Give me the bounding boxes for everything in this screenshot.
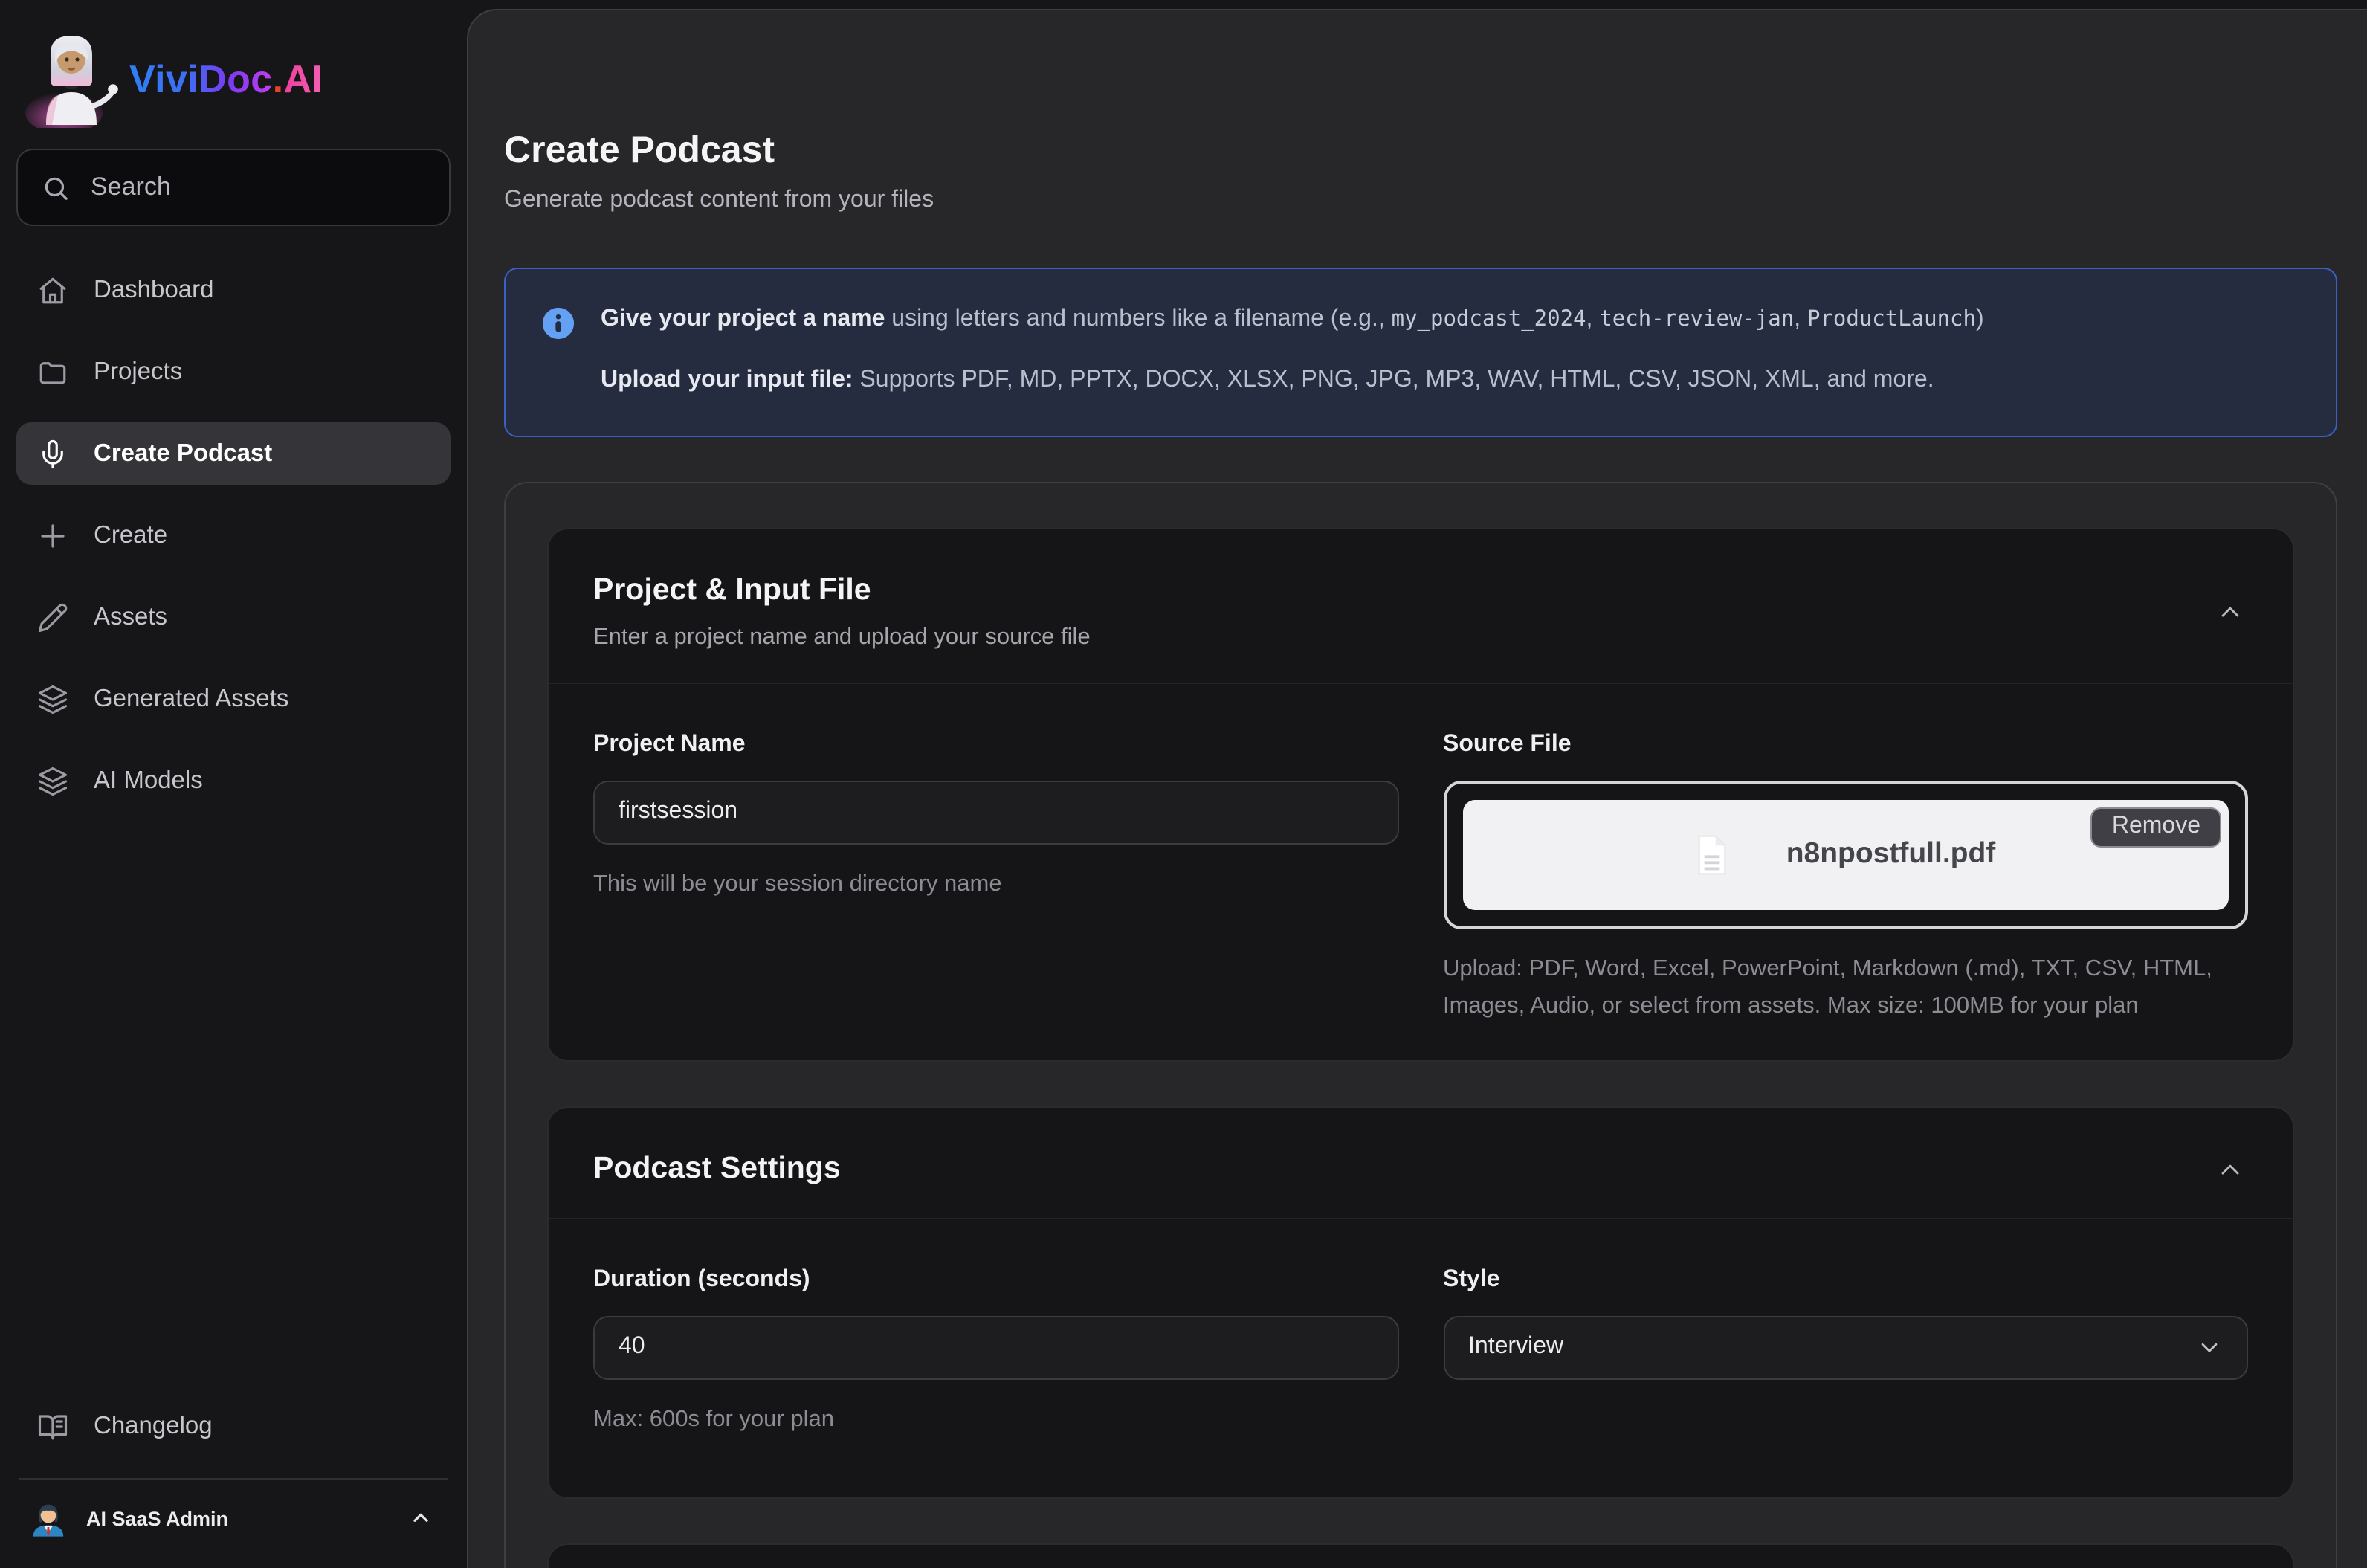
sidebar-bottom: Changelog AI SaaS Admin (16, 1396, 451, 1547)
info-sep: , (1794, 306, 1807, 332)
search-placeholder: Search (91, 172, 171, 202)
info-line1-close: ) (1976, 306, 1984, 332)
chevron-up-icon[interactable] (409, 1506, 433, 1530)
document-icon (1696, 833, 1730, 875)
info-line-1: Give your project a name using letters a… (601, 305, 1984, 336)
sidebar-item-ai-models[interactable]: AI Models (16, 749, 451, 812)
info-code-3: ProductLaunch (1807, 308, 1976, 332)
sidebar-item-generated-assets[interactable]: Generated Assets (16, 668, 451, 730)
sidebar-nav: Dashboard Projects Create Podcast Create (16, 259, 451, 831)
main-area: Create Podcast Generate podcast content … (467, 0, 2367, 1568)
sidebar-item-assets[interactable]: Assets (16, 586, 451, 648)
project-name-input[interactable] (593, 780, 1398, 844)
uploaded-file-chip: n8npostfull.pdf Remove (1462, 799, 2229, 909)
card-header: Project & Input File Enter a project nam… (549, 529, 2293, 683)
collapse-button[interactable] (2212, 594, 2248, 630)
search-input[interactable]: Search (16, 149, 451, 226)
project-name-helper: This will be your session directory name (593, 865, 1398, 902)
duration-field: Duration (seconds) Max: 600s for your pl… (593, 1263, 1398, 1437)
main-panel: Create Podcast Generate podcast content … (467, 9, 2367, 1568)
info-sep: , (1586, 306, 1600, 332)
card-title: Podcast Settings (593, 1149, 2248, 1187)
sidebar-item-label: Generated Assets (94, 685, 288, 713)
layers-icon (37, 683, 68, 714)
card-body: Project Name This will be your session d… (549, 683, 2293, 1059)
source-file-label: Source File (1443, 728, 2248, 759)
pencil-icon (37, 601, 68, 633)
info-text: Give your project a name using letters a… (601, 305, 1984, 396)
card-project-input-file: Project & Input File Enter a project nam… (547, 527, 2294, 1061)
remove-file-button[interactable]: Remove (2091, 807, 2221, 847)
collapse-button[interactable] (2212, 1152, 2248, 1187)
brand-logo[interactable]: ViviDoc.AI (16, 18, 451, 149)
sidebar-item-label: Create (94, 521, 167, 549)
chevron-down-icon (2196, 1334, 2223, 1361)
sidebar-item-create-podcast[interactable]: Create Podcast (16, 422, 451, 485)
project-name-label: Project Name (593, 728, 1398, 759)
card-podcast-settings: Podcast Settings Duration (seconds) Max:… (547, 1106, 2294, 1498)
card-body: Duration (seconds) Max: 600s for your pl… (549, 1219, 2293, 1497)
sidebar-item-changelog[interactable]: Changelog (16, 1396, 451, 1458)
microphone-icon (37, 438, 68, 469)
brand-dot: . (273, 56, 284, 100)
duration-label: Duration (seconds) (593, 1263, 1398, 1294)
sidebar-item-dashboard[interactable]: Dashboard (16, 259, 451, 321)
info-banner: Give your project a name using letters a… (504, 268, 2337, 436)
chevron-up-icon (2215, 1155, 2245, 1184)
info-line2-bold: Upload your input file: (601, 367, 853, 393)
project-name-field: Project Name This will be your session d… (593, 728, 1398, 1024)
page-title: Create Podcast (504, 126, 2337, 174)
style-select-value: Interview (1468, 1334, 1563, 1361)
source-file-dropzone: n8npostfull.pdf Remove (1443, 780, 2248, 929)
info-icon (541, 306, 575, 341)
sidebar-item-label: Create Podcast (94, 439, 272, 468)
home-icon (37, 274, 68, 306)
uploaded-file-name: n8npostfull.pdf (1786, 837, 1996, 871)
search-icon (42, 173, 70, 201)
layers-icon (37, 765, 68, 796)
app-root: ViviDoc.AI Search Dashboard Projects (0, 0, 2367, 1568)
card-next-section (547, 1543, 2294, 1568)
plus-icon (37, 520, 68, 551)
card-header: Podcast Settings (549, 1107, 2293, 1219)
sidebar-item-label: Assets (94, 603, 167, 631)
sidebar-item-create[interactable]: Create (16, 504, 451, 567)
duration-input[interactable] (593, 1315, 1398, 1379)
style-field: Style Interview (1443, 1263, 2248, 1437)
info-line1-bold: Give your project a name (601, 306, 885, 332)
page-subtitle: Generate podcast content from your files (504, 187, 2337, 214)
brand-name: ViviDoc.AI (129, 56, 323, 102)
source-file-field: Source File (1443, 728, 2248, 1024)
chevron-up-icon (2215, 597, 2245, 627)
card-title: Project & Input File (593, 570, 2248, 609)
info-line1-text: using letters and numbers like a filenam… (885, 306, 1391, 332)
sidebar: ViviDoc.AI Search Dashboard Projects (0, 0, 467, 1568)
brand-part2: AI (284, 56, 323, 100)
card-subtitle: Enter a project name and upload your sou… (593, 622, 2248, 652)
sidebar-item-label: AI Models (94, 767, 203, 795)
sidebar-item-label: Changelog (94, 1413, 213, 1441)
user-menu[interactable]: AI SaaS Admin (16, 1479, 451, 1547)
podcast-form: Project & Input File Enter a project nam… (504, 481, 2337, 1568)
duration-helper: Max: 600s for your plan (593, 1400, 1398, 1437)
info-code-2: tech-review-jan (1599, 308, 1794, 332)
info-line2-text: Supports PDF, MD, PPTX, DOCX, XLSX, PNG,… (853, 367, 1934, 393)
source-file-helper: Upload: PDF, Word, Excel, PowerPoint, Ma… (1443, 949, 2248, 1024)
folder-icon (37, 356, 68, 387)
info-code-1: my_podcast_2024 (1392, 308, 1586, 332)
book-open-icon (37, 1411, 68, 1442)
style-label: Style (1443, 1263, 2248, 1294)
info-line-2: Upload your input file: Supports PDF, MD… (601, 366, 1984, 397)
user-name: AI SaaS Admin (86, 1507, 228, 1529)
sidebar-item-projects[interactable]: Projects (16, 341, 451, 403)
sidebar-item-label: Dashboard (94, 276, 213, 304)
style-select[interactable]: Interview (1443, 1315, 2248, 1379)
user-avatar (28, 1498, 68, 1538)
mascot-avatar-icon (25, 30, 123, 128)
sidebar-item-label: Projects (94, 358, 182, 386)
brand-part1: ViviDoc (129, 56, 273, 100)
